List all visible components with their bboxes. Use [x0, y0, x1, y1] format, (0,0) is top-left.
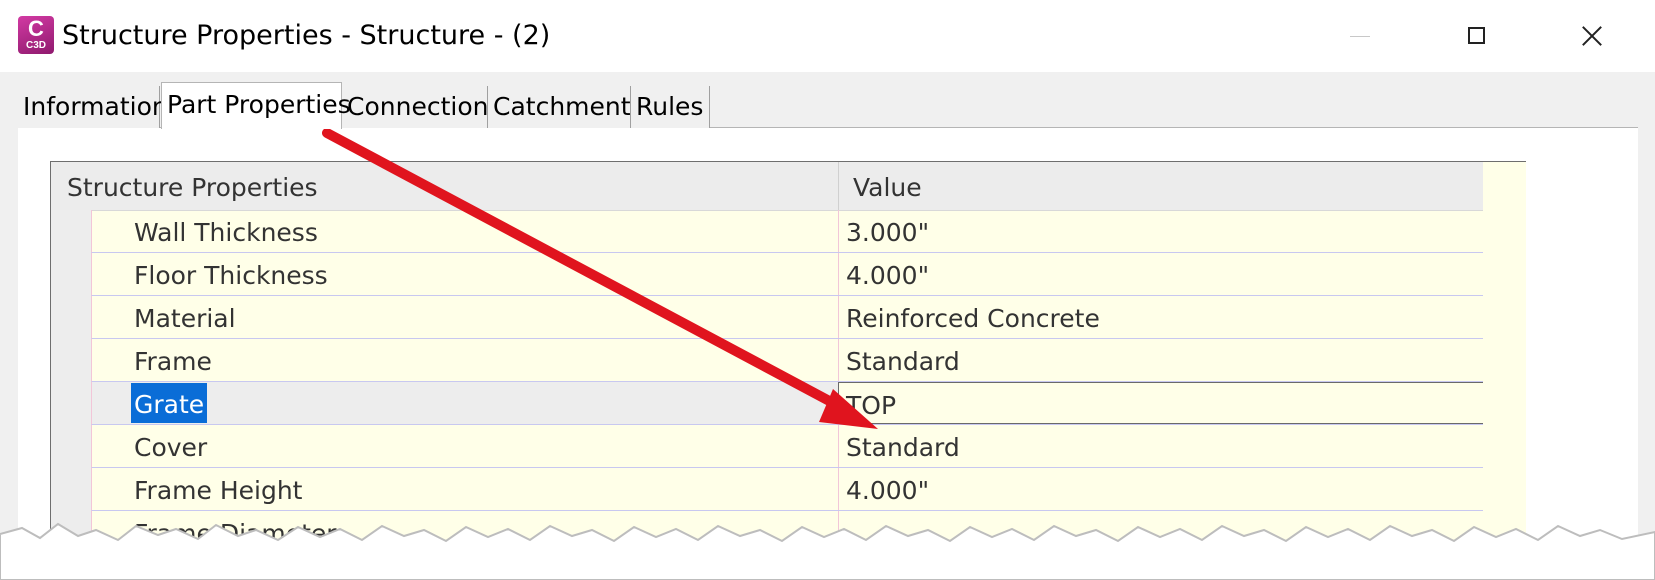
- property-row-wall-thickness[interactable]: Wall Thickness 3.000": [91, 210, 1483, 253]
- maximize-icon[interactable]: [1452, 14, 1502, 58]
- tab-part-properties[interactable]: Part Properties: [161, 82, 351, 129]
- title-bar: C C3D Structure Properties - Structure -…: [0, 0, 1655, 72]
- property-name: Floor Thickness: [134, 261, 328, 290]
- property-row-material[interactable]: Material Reinforced Concrete: [91, 296, 1483, 339]
- property-value[interactable]: 3.000": [838, 210, 1484, 252]
- column-header-properties[interactable]: Structure Properties: [67, 162, 318, 210]
- app-icon-letter: C: [28, 16, 44, 41]
- close-icon[interactable]: [1568, 14, 1618, 58]
- tab-catchments[interactable]: Catchments: [488, 86, 644, 128]
- property-value[interactable]: Standard: [838, 339, 1484, 381]
- property-row-grate[interactable]: Grate TOP: [91, 382, 1484, 425]
- column-header-value[interactable]: Value: [853, 162, 922, 210]
- property-row-floor-thickness[interactable]: Floor Thickness 4.000": [91, 253, 1483, 296]
- property-row-frame[interactable]: Frame Standard: [91, 339, 1483, 382]
- property-value[interactable]: Reinforced Concrete: [838, 296, 1484, 338]
- civil3d-app-icon: C C3D: [18, 16, 54, 54]
- minimize-icon[interactable]: [1335, 14, 1385, 58]
- property-row-frame-height[interactable]: Frame Height 4.000": [91, 468, 1483, 511]
- tab-information[interactable]: Information: [18, 86, 168, 128]
- row-gutter: [51, 210, 91, 580]
- property-value[interactable]: 4.000": [838, 468, 1484, 510]
- property-name: Frame Height: [134, 476, 303, 505]
- grid-header: Structure Properties Value: [51, 162, 1483, 211]
- property-name: Cover: [134, 433, 208, 462]
- property-value[interactable]: [838, 511, 1484, 553]
- property-name: Material: [134, 304, 236, 333]
- property-row-cover[interactable]: Cover Standard: [91, 425, 1483, 468]
- structure-properties-dialog: C C3D Structure Properties - Structure -…: [0, 0, 1655, 580]
- column-separator[interactable]: [838, 162, 839, 210]
- app-icon-caption: C3D: [25, 40, 46, 51]
- property-value[interactable]: 4.000": [838, 253, 1484, 295]
- property-name: Frame Diameter: [134, 519, 337, 548]
- property-value[interactable]: Standard: [838, 425, 1484, 467]
- tab-connections[interactable]: Connections: [342, 86, 501, 128]
- grid-scroll-area[interactable]: [1483, 162, 1526, 580]
- tab-rules[interactable]: Rules: [631, 86, 710, 128]
- property-name: Frame: [134, 347, 212, 376]
- property-value-editor[interactable]: TOP: [838, 382, 1484, 424]
- property-row-frame-diameter[interactable]: Frame Diameter: [91, 511, 1483, 554]
- property-grid: Structure Properties Value Wall Thicknes…: [50, 161, 1526, 580]
- property-name-selected: Grate: [131, 383, 208, 423]
- window-title: Structure Properties - Structure - (2): [62, 20, 551, 51]
- property-name: Wall Thickness: [134, 218, 318, 247]
